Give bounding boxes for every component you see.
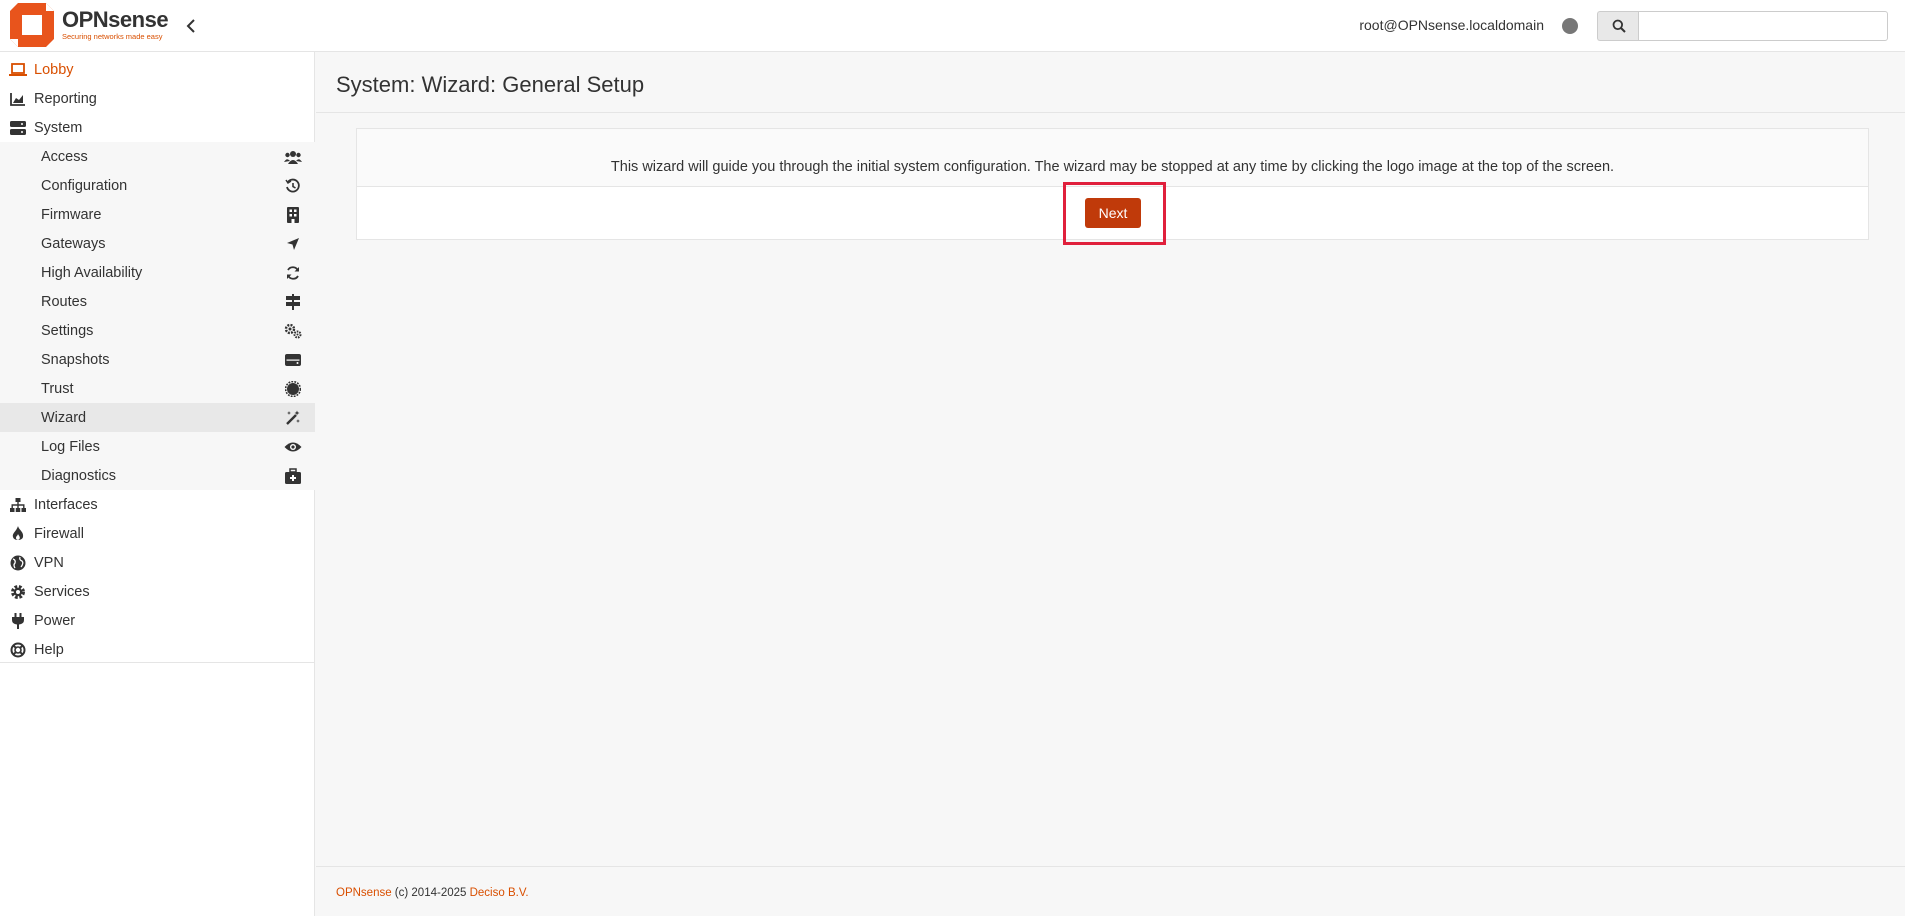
sidebar-item-services[interactable]: Services xyxy=(0,577,315,606)
opnsense-logo-mark xyxy=(8,1,56,49)
search-icon xyxy=(1612,19,1626,33)
magic-wand-icon xyxy=(283,410,303,426)
collapse-sidebar-button[interactable] xyxy=(181,14,201,38)
gear-icon xyxy=(8,584,28,600)
sidebar-subitem-configuration[interactable]: Configuration xyxy=(0,171,315,200)
medkit-icon xyxy=(283,467,303,484)
sidebar-subitem-trust[interactable]: Trust xyxy=(0,374,315,403)
sidebar-item-label: Reporting xyxy=(34,90,97,107)
sidebar-subitem-gateways[interactable]: Gateways xyxy=(0,229,315,258)
hdd-icon xyxy=(283,352,303,368)
history-icon xyxy=(283,178,303,194)
laptop-icon xyxy=(8,62,28,78)
users-icon xyxy=(283,149,303,165)
footer: OPNsense (c) 2014-2025 Deciso B.V. xyxy=(316,866,1905,916)
sitemap-icon xyxy=(8,497,28,513)
eye-icon xyxy=(283,439,303,455)
status-indicator-icon[interactable] xyxy=(1562,18,1578,34)
life-ring-icon xyxy=(8,642,28,658)
sidebar-subitem-label: Gateways xyxy=(41,235,106,252)
wizard-panel: This wizard will guide you through the i… xyxy=(356,128,1869,240)
sidebar-subitem-high-availability[interactable]: High Availability xyxy=(0,258,315,287)
sidebar-subitem-label: Settings xyxy=(41,322,94,339)
sidebar-subitem-label: Diagnostics xyxy=(41,467,116,484)
sidebar-item-reporting[interactable]: Reporting xyxy=(0,84,315,113)
sidebar-item-vpn[interactable]: VPN xyxy=(0,548,315,577)
sidebar-subitem-access[interactable]: Access xyxy=(0,142,315,171)
area-chart-icon xyxy=(8,91,28,107)
sidebar-divider xyxy=(0,662,315,663)
sidebar-subitem-wizard[interactable]: Wizard xyxy=(0,403,315,432)
sidebar-subitem-diagnostics[interactable]: Diagnostics xyxy=(0,461,315,490)
wizard-description-row: This wizard will guide you through the i… xyxy=(357,129,1868,187)
footer-brand-link[interactable]: OPNsense xyxy=(336,887,392,899)
sidebar-subitem-snapshots[interactable]: Snapshots xyxy=(0,345,315,374)
sidebar-subitem-routes[interactable]: Routes xyxy=(0,287,315,316)
sidebar-subitem-label: Log Files xyxy=(41,438,100,455)
footer-copyright: (c) 2014-2025 xyxy=(391,887,470,899)
location-arrow-icon xyxy=(283,236,303,252)
sidebar-subitem-label: Trust xyxy=(41,380,74,397)
sidebar-item-label: System xyxy=(34,119,83,136)
certificate-icon xyxy=(283,380,303,397)
search-button[interactable] xyxy=(1597,11,1639,41)
fire-icon xyxy=(8,525,28,542)
sidebar-subitem-label: Wizard xyxy=(41,409,87,426)
sidebar: Lobby Reporting System Access Configurat… xyxy=(0,52,315,916)
sidebar-subitem-label: Routes xyxy=(41,293,87,310)
sidebar-subitem-label: Firmware xyxy=(41,206,102,223)
chevron-left-icon xyxy=(186,19,195,33)
plug-icon xyxy=(8,612,28,629)
footer-company-link[interactable]: Deciso B.V. xyxy=(470,887,529,899)
sidebar-subitem-label: Access xyxy=(41,148,88,165)
server-icon xyxy=(8,120,28,136)
next-button[interactable]: Next xyxy=(1085,198,1141,228)
sidebar-item-system[interactable]: System xyxy=(0,113,315,142)
sidebar-item-label: Firewall xyxy=(34,525,84,542)
sidebar-item-label: Interfaces xyxy=(34,496,98,513)
gears-icon xyxy=(283,323,303,339)
globe-icon xyxy=(8,555,28,571)
sidebar-item-label: Power xyxy=(34,612,76,629)
sidebar-item-lobby[interactable]: Lobby xyxy=(0,55,315,84)
footer-text: OPNsense (c) 2014-2025 Deciso B.V. xyxy=(336,887,529,899)
logo-tagline: Securing networks made easy xyxy=(62,32,163,41)
sidebar-item-label: Services xyxy=(34,583,90,600)
page-title: System: Wizard: General Setup xyxy=(336,72,645,97)
sidebar-subitem-label: High Availability xyxy=(41,264,143,281)
sidebar-item-label: VPN xyxy=(34,554,64,571)
wizard-description: This wizard will guide you through the i… xyxy=(610,159,1615,175)
sidebar-item-label: Help xyxy=(34,641,64,658)
sidebar-item-label: Lobby xyxy=(34,61,74,78)
building-icon xyxy=(283,206,303,223)
sidebar-item-interfaces[interactable]: Interfaces xyxy=(0,490,315,519)
sidebar-subitem-log-files[interactable]: Log Files xyxy=(0,432,315,461)
sidebar-item-help[interactable]: Help xyxy=(0,635,315,664)
signpost-icon xyxy=(283,293,303,310)
sidebar-subitem-label: Configuration xyxy=(41,177,128,194)
refresh-icon xyxy=(283,265,303,281)
logo-name: OPNsense xyxy=(62,7,169,32)
top-header: OPNsense Securing networks made easy roo… xyxy=(0,0,1905,52)
user-menu[interactable]: root@OPNsense.localdomain xyxy=(1359,17,1544,33)
search-input[interactable] xyxy=(1638,11,1888,41)
sidebar-subitem-label: Snapshots xyxy=(41,351,110,368)
page-title-bar: System: Wizard: General Setup xyxy=(316,52,1905,113)
opnsense-logo[interactable]: OPNsense Securing networks made easy xyxy=(8,1,169,49)
sidebar-subitem-firmware[interactable]: Firmware xyxy=(0,200,315,229)
sidebar-item-power[interactable]: Power xyxy=(0,606,315,635)
sidebar-item-firewall[interactable]: Firewall xyxy=(0,519,315,548)
sidebar-subitem-settings[interactable]: Settings xyxy=(0,316,315,345)
